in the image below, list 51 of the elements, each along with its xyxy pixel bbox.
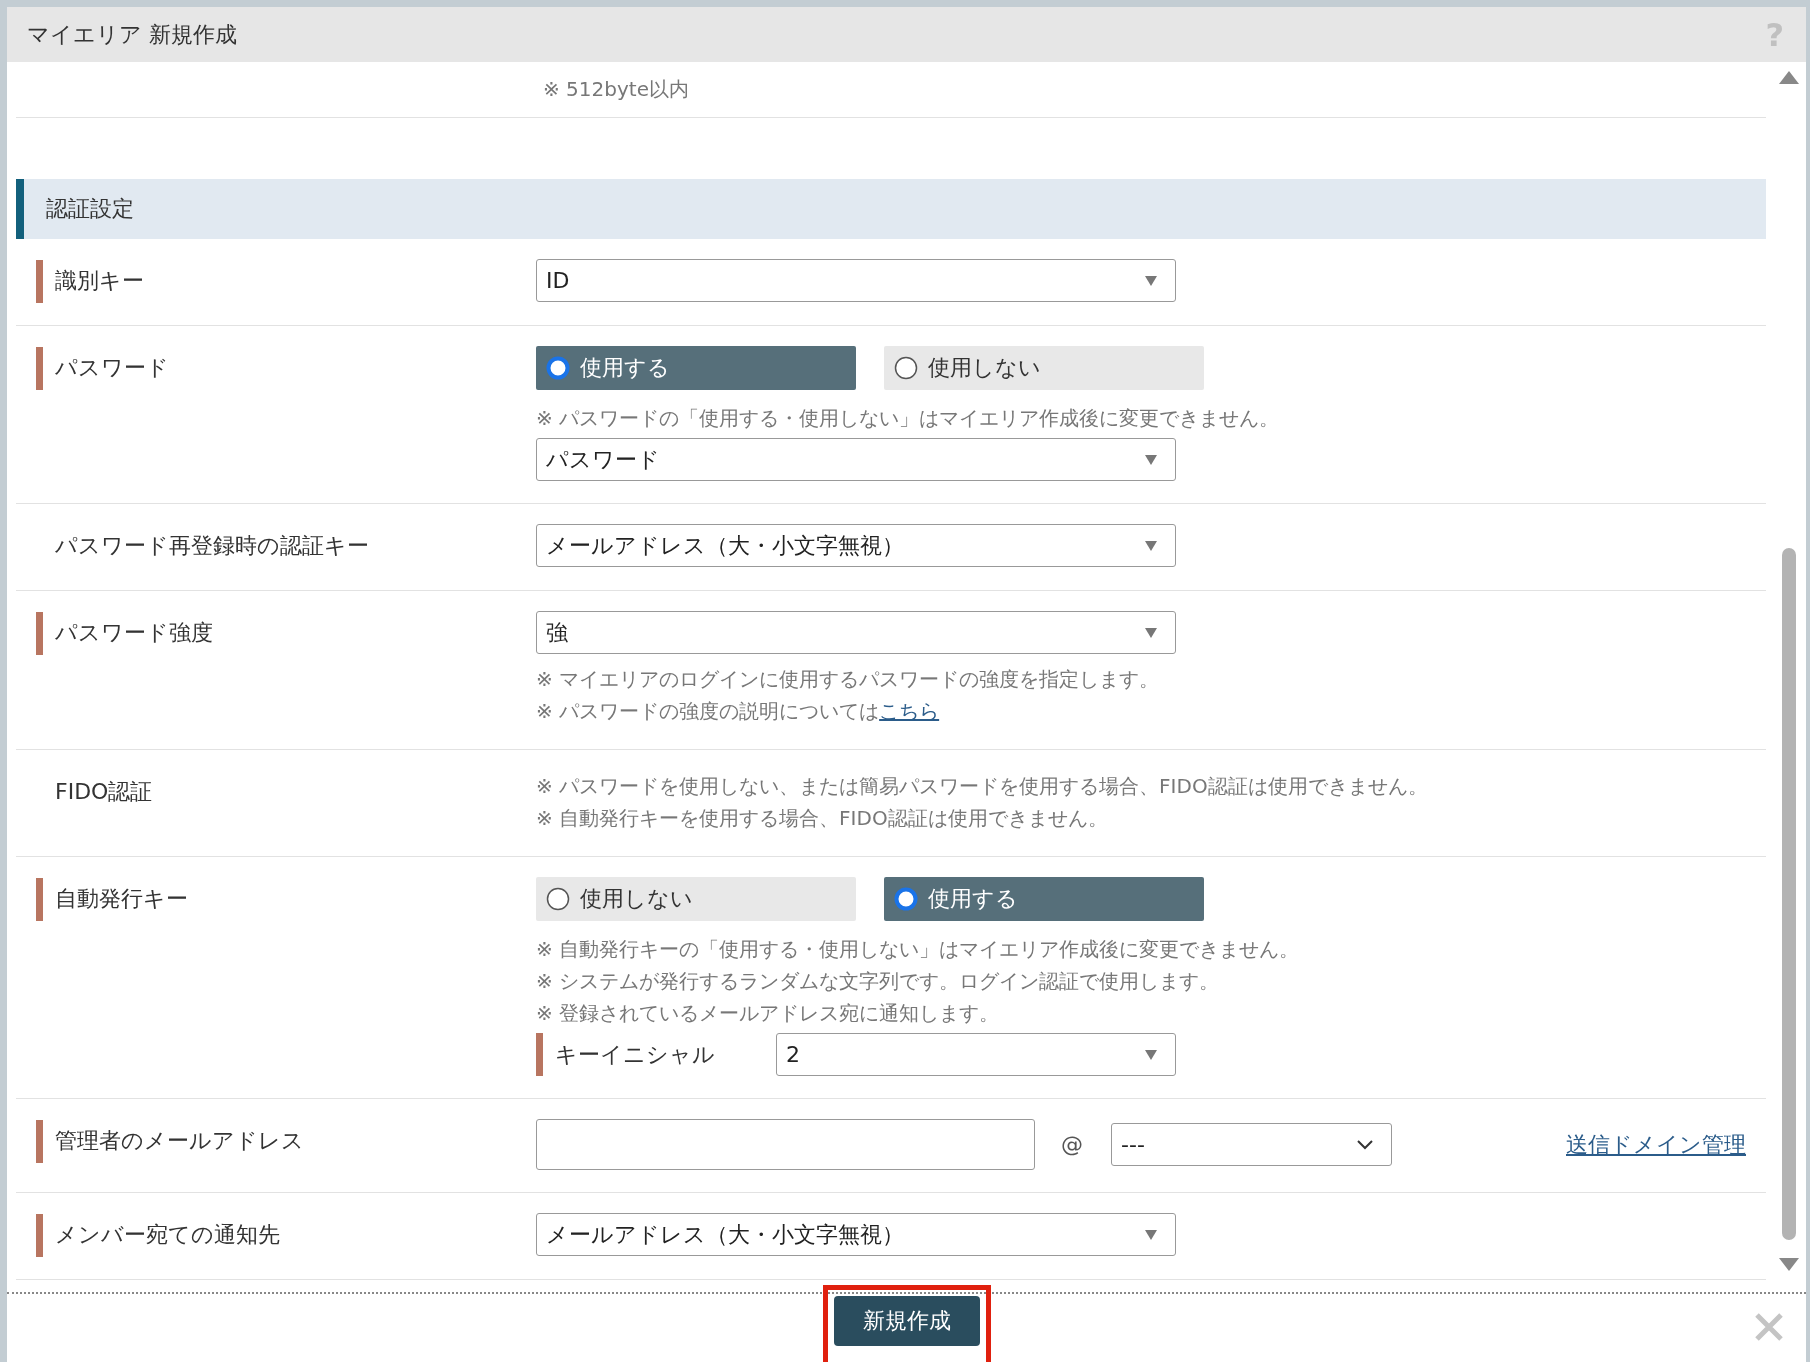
note-text: ※ パスワードを使用しない、または簡易パスワードを使用する場合、FIDO認証は使用できません。	[536, 773, 1428, 800]
dropdown-arrow-icon	[1145, 454, 1157, 465]
dropdown[interactable]: 2	[776, 1033, 1176, 1076]
note-text: ※ マイエリアのログインに使用するパスワードの強度を指定します。	[536, 666, 1160, 693]
dropdown[interactable]: メールアドレス（大・小文字無視）	[536, 1213, 1176, 1256]
note-text: ※ パスワードの強度の説明についてはこちら	[536, 698, 941, 725]
domain-link[interactable]: 送信ドメイン管理	[1566, 1129, 1746, 1160]
radio-icon	[894, 356, 918, 380]
field-label: 管理者のメールアドレス	[55, 1127, 304, 1155]
chevron-down-icon	[1357, 1139, 1373, 1150]
scroll-up-icon[interactable]	[1779, 70, 1799, 84]
at-sign: @	[1061, 1132, 1083, 1157]
section-header: 認証設定	[16, 179, 1766, 239]
radio-option[interactable]: 使用しない	[536, 877, 856, 921]
radio-icon	[894, 887, 918, 911]
dropdown[interactable]: メールアドレス（大・小文字無視）	[536, 524, 1176, 567]
close-icon[interactable]	[1754, 1312, 1784, 1342]
dropdown[interactable]: 強	[536, 611, 1176, 654]
field-label: 自動発行キー	[55, 885, 188, 913]
note-text: ※ 512byte以内	[543, 76, 689, 103]
dropdown[interactable]: ID	[536, 259, 1176, 302]
note-text: ※ システムが発行するランダムな文字列です。ログイン認証で使用します。	[536, 968, 1221, 995]
field-label: パスワード	[55, 354, 169, 382]
dropdown-arrow-icon	[1145, 627, 1157, 638]
note-text: ※ 登録されているメールアドレス宛に通知します。	[536, 1000, 1001, 1027]
create-button[interactable]: 新規作成	[833, 1296, 980, 1346]
dropdown[interactable]: パスワード	[536, 438, 1176, 481]
dropdown-arrow-icon	[1145, 275, 1157, 286]
link[interactable]: こちら	[879, 699, 940, 723]
radio-option[interactable]: 使用する	[536, 346, 856, 390]
dropdown[interactable]: ---	[1111, 1123, 1392, 1166]
field-label: FIDO認証	[55, 778, 153, 806]
dropdown-arrow-icon	[1145, 1049, 1157, 1060]
note-text: ※ 自動発行キーの「使用する・使用しない」はマイエリア作成後に変更できません。	[536, 936, 1300, 963]
field-label: パスワード強度	[55, 619, 213, 647]
field-label: 識別キー	[55, 267, 144, 295]
note-text: ※ 自動発行キーを使用する場合、FIDO認証は使用できません。	[536, 805, 1109, 832]
radio-icon	[546, 887, 570, 911]
field-label: キーイニシャル	[555, 1040, 715, 1069]
dialog-title: マイエリア 新規作成	[27, 20, 237, 49]
field-label: パスワード再登録時の認証キー	[55, 532, 369, 560]
radio-option[interactable]: 使用する	[884, 877, 1204, 921]
dropdown-arrow-icon	[1145, 540, 1157, 551]
scrollbar-thumb[interactable]	[1782, 548, 1796, 1240]
radio-icon	[546, 356, 570, 380]
scroll-down-icon[interactable]	[1779, 1258, 1799, 1272]
email-field[interactable]	[536, 1119, 1035, 1170]
radio-option[interactable]: 使用しない	[884, 346, 1204, 390]
note-text: ※ パスワードの「使用する・使用しない」はマイエリア作成後に変更できません。	[536, 405, 1280, 432]
dropdown-arrow-icon	[1145, 1229, 1157, 1240]
field-label: メンバー宛ての通知先	[55, 1221, 280, 1249]
